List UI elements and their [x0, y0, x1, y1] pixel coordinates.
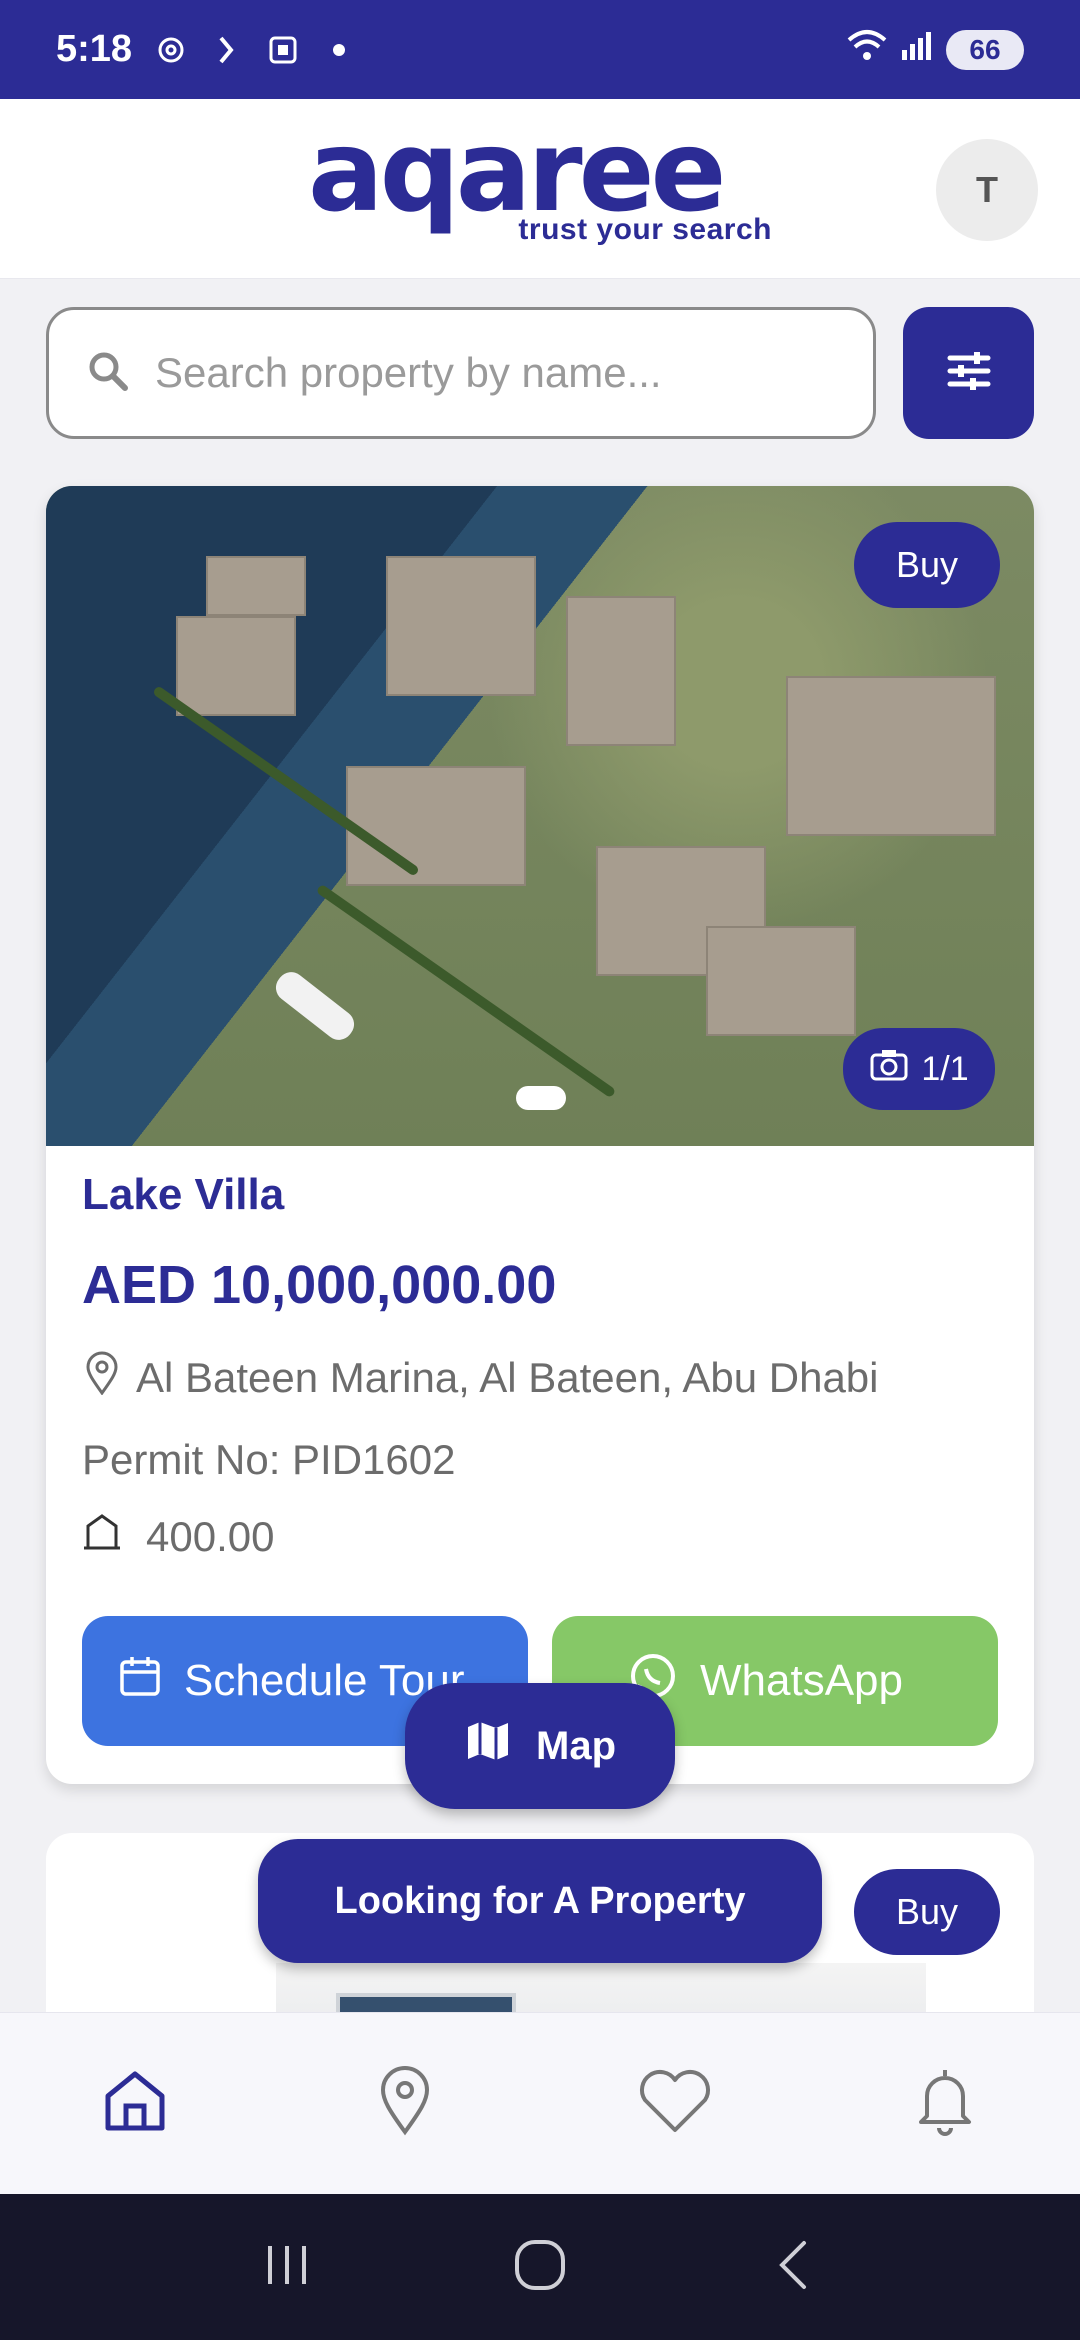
building-shape [566, 596, 676, 746]
buy-badge: Buy [854, 522, 1000, 608]
carousel-dot [516, 1086, 566, 1110]
building-shape [786, 676, 996, 836]
property-location: Al Bateen Marina, Al Bateen, Abu Dhabi [82, 1351, 879, 1405]
boat-shape [270, 966, 360, 1046]
nav-locations[interactable] [345, 2044, 465, 2164]
location-text: Al Bateen Marina, Al Bateen, Abu Dhabi [136, 1354, 879, 1401]
home-icon [100, 2066, 170, 2141]
bell-icon [915, 2066, 975, 2141]
logo-word: aqaree [308, 107, 726, 237]
search-box[interactable] [46, 307, 876, 439]
filter-button[interactable] [903, 307, 1034, 439]
wifi-icon [846, 28, 888, 72]
property-title[interactable]: Lake Villa [82, 1170, 284, 1220]
recent-apps-button[interactable] [247, 2227, 327, 2307]
map-button[interactable]: Map [405, 1683, 675, 1809]
permit-number: Permit No: PID1602 [82, 1436, 456, 1483]
search-input[interactable] [155, 349, 835, 397]
area-icon [82, 1512, 122, 1562]
map-label: Map [536, 1723, 616, 1768]
avatar[interactable]: T [936, 139, 1038, 241]
location-pin-icon [82, 1351, 122, 1405]
looking-for-property-button[interactable]: Looking for A Property [258, 1839, 822, 1963]
status-time: 5:18 [56, 28, 133, 70]
heart-icon [637, 2068, 713, 2139]
back-chevron-icon [770, 2237, 816, 2298]
map-icon [464, 1719, 512, 1773]
app-notification-icon [210, 33, 244, 67]
logo-tagline: trust your search [518, 213, 772, 246]
aqaree-logo: aqaree trust your search [308, 107, 772, 247]
location-icon [375, 2066, 435, 2141]
system-nav-bar [0, 2194, 1080, 2340]
screenshot-icon [266, 33, 300, 67]
home-system-button[interactable] [500, 2227, 580, 2307]
building-shape [206, 556, 306, 616]
photo-count-text: 1/1 [921, 1049, 969, 1088]
building-shape [176, 616, 296, 716]
dot-icon [322, 33, 356, 67]
back-button[interactable] [753, 2227, 833, 2307]
app-root: 5:18 66 aqaree trust your search T Searc… [0, 0, 1080, 2340]
app-header: aqaree trust your search T [0, 99, 1080, 279]
calendar-icon [118, 1654, 162, 1709]
property-image[interactable]: Buy 1/1 [46, 486, 1034, 1146]
filter-icon [944, 346, 994, 401]
bottom-nav [0, 2012, 1080, 2194]
area-text: 400.00 [146, 1513, 275, 1560]
nav-favorites[interactable] [615, 2044, 735, 2164]
tree-row [315, 883, 617, 1099]
search-icon [85, 348, 131, 399]
threads-icon [154, 33, 188, 67]
status-bar: 5:18 66 [0, 0, 1080, 99]
camera-icon [869, 1048, 909, 1091]
home-circle-icon [512, 2237, 568, 2298]
building-shape [346, 766, 526, 886]
buy-badge: Buy [854, 1869, 1000, 1955]
building-shape [386, 556, 536, 696]
signal-icon [900, 28, 934, 72]
status-left: 5:18 [56, 28, 356, 71]
nav-notifications[interactable] [885, 2044, 1005, 2164]
recent-apps-icon [262, 2240, 312, 2295]
status-right: 66 [846, 28, 1024, 72]
property-price: AED 10,000,000.00 [82, 1255, 557, 1315]
photo-count: 1/1 [843, 1028, 995, 1110]
building-shape [706, 926, 856, 1036]
property-area: 400.00 [82, 1512, 274, 1562]
whatsapp-label: WhatsApp [700, 1656, 903, 1705]
battery-indicator: 66 [946, 29, 1024, 70]
nav-home[interactable] [75, 2044, 195, 2164]
property-card[interactable]: Buy 1/1 Lake Villa AED 10,000,000.00 Al … [46, 486, 1034, 1784]
